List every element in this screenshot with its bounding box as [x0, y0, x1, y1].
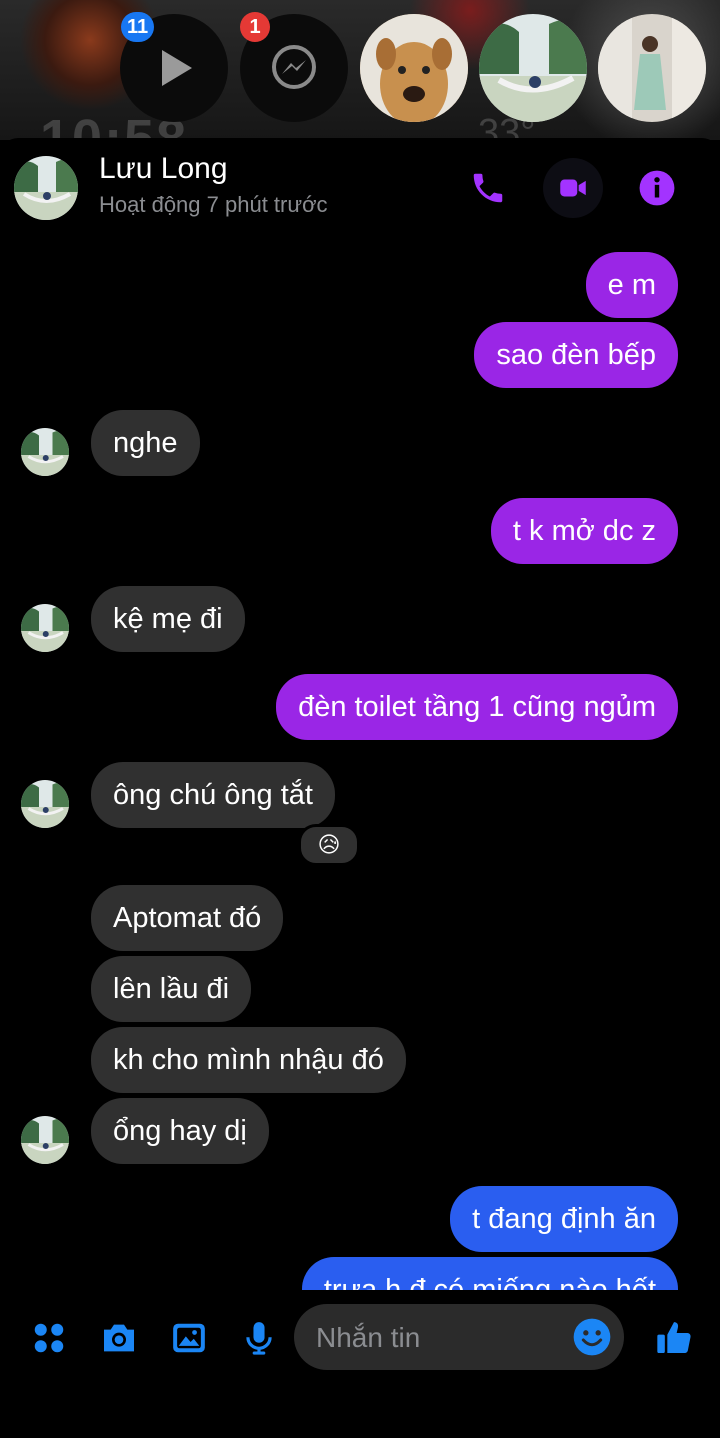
contact-avatar-small — [21, 428, 69, 476]
message-sent[interactable]: e m — [585, 252, 678, 318]
contact-avatar-small — [21, 780, 69, 828]
hammock-avatar — [14, 156, 78, 220]
woman-avatar — [598, 14, 706, 122]
like-icon — [657, 1322, 691, 1353]
microphone-button[interactable] — [233, 1312, 285, 1364]
hammock-avatar — [21, 604, 69, 652]
chat-head-woman[interactable] — [598, 14, 706, 122]
message-reaction[interactable]: 😥 — [298, 824, 360, 866]
chat-header: Lưu Long Hoạt động 7 phút trước — [0, 138, 720, 238]
camera-icon — [104, 1324, 134, 1352]
contact-avatar[interactable] — [14, 156, 78, 220]
message-input[interactable] — [314, 1314, 558, 1362]
message-sent[interactable]: sao đèn bếp — [474, 322, 678, 388]
video-call-icon — [560, 179, 586, 197]
voice-call-button[interactable] — [458, 158, 518, 218]
chat-head-dog[interactable] — [360, 14, 468, 122]
video-call-button[interactable] — [543, 158, 603, 218]
message-sent[interactable]: đèn toilet tầng 1 cũng ngủm — [276, 674, 678, 740]
info-button[interactable] — [627, 158, 687, 218]
hammock-avatar — [479, 14, 587, 122]
message-received[interactable]: kệ mẹ đi — [91, 586, 245, 652]
emoji-icon — [573, 1318, 611, 1356]
contact-name[interactable]: Lưu Long — [99, 152, 228, 186]
message-input-container[interactable] — [294, 1304, 624, 1370]
gallery-icon — [173, 1323, 205, 1353]
like-button[interactable] — [648, 1312, 700, 1364]
apps-button[interactable] — [23, 1312, 75, 1364]
messenger-icon — [272, 45, 316, 89]
message-received[interactable]: kh cho mình nhậu đó — [91, 1027, 406, 1093]
message-composer — [0, 1290, 720, 1438]
message-received[interactable]: ông chú ông tắt — [91, 762, 335, 828]
message-list[interactable]: e m sao đèn bếp nghe t k mở dc z kệ mẹ đ… — [0, 238, 720, 1290]
camera-button[interactable] — [93, 1312, 145, 1364]
message-sent[interactable]: t k mở dc z — [490, 498, 678, 564]
message-sent[interactable]: trưa h đ có miếng nào hết — [301, 1257, 678, 1290]
contact-avatar-small — [21, 604, 69, 652]
play-icon — [162, 50, 192, 86]
phone-icon — [473, 173, 503, 203]
chat-head-badge: 1 — [240, 12, 270, 42]
microphone-icon — [246, 1322, 272, 1355]
hammock-avatar — [21, 428, 69, 476]
hammock-avatar — [21, 780, 69, 828]
hammock-avatar — [21, 1116, 69, 1164]
message-received[interactable]: Aptomat đó — [91, 885, 284, 951]
contact-status: Hoạt động 7 phút trước — [99, 192, 328, 217]
contact-avatar-small — [21, 1116, 69, 1164]
message-received[interactable]: nghe — [91, 410, 200, 476]
chat-window: Lưu Long Hoạt động 7 phút trước e m sao … — [0, 138, 720, 1438]
message-sent[interactable]: t đang định ăn — [450, 1186, 678, 1252]
apps-icon — [34, 1323, 64, 1353]
dog-avatar — [360, 14, 468, 122]
info-icon — [639, 170, 675, 206]
message-received[interactable]: lên lầu đi — [91, 956, 252, 1022]
chat-head-hammock[interactable] — [479, 14, 587, 122]
emoji-button[interactable] — [572, 1317, 612, 1357]
gallery-button[interactable] — [163, 1312, 215, 1364]
message-received[interactable]: ổng hay dị — [91, 1098, 269, 1164]
chat-head-badge: 11 — [121, 12, 155, 42]
